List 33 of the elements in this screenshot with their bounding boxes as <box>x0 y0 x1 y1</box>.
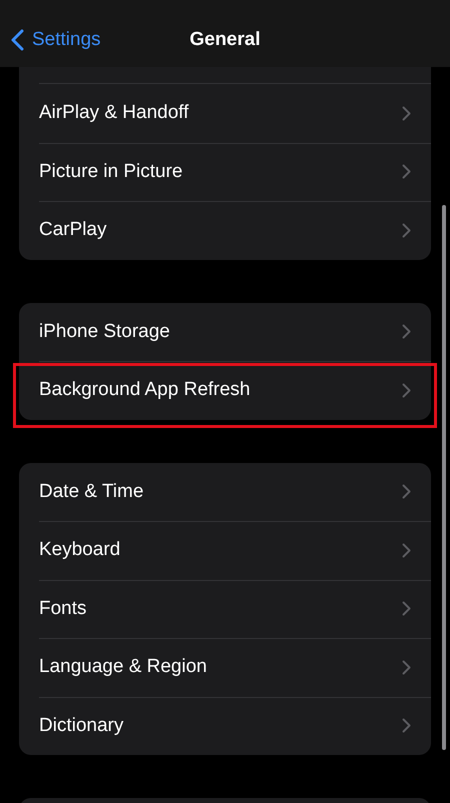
chevron-icon <box>402 164 411 180</box>
settings-row[interactable]: Background App Refresh <box>19 361 431 420</box>
chevron-icon <box>402 660 411 675</box>
row-label: AirPlay & Handoff <box>39 102 189 124</box>
row-label: Fonts <box>39 598 87 620</box>
chevron-icon <box>402 382 411 398</box>
settings-row[interactable]: Dictionary <box>19 696 431 755</box>
row-label: Dictionary <box>39 714 124 737</box>
chevron-icon <box>402 542 411 558</box>
settings-row[interactable]: Language & Region <box>19 638 431 696</box>
settings-row[interactable]: AirPlay & Handoff <box>19 84 431 142</box>
back-chevron-icon <box>11 29 24 51</box>
row-label: Keyboard <box>39 539 120 562</box>
chevron-icon <box>402 106 411 121</box>
row-label: Language & Region <box>39 656 207 678</box>
settings-row[interactable]: Date & Time <box>19 462 431 521</box>
chevron-icon <box>402 222 411 238</box>
row-label: iPhone Storage <box>39 320 170 343</box>
settings-row[interactable]: Picture in Picture <box>19 142 431 201</box>
row-label: Background App Refresh <box>39 379 250 402</box>
row-label: Date & Time <box>39 480 144 503</box>
chevron-icon <box>402 484 411 500</box>
row-label: CarPlay <box>39 219 107 242</box>
screen-title: General <box>190 29 260 51</box>
back-button[interactable]: Settings <box>11 13 101 67</box>
settings-row[interactable]: iPhone Storage <box>19 302 431 361</box>
chevron-icon <box>402 718 411 734</box>
settings-row[interactable]: Fonts <box>19 580 431 638</box>
settings-row[interactable]: Keyboard <box>19 521 431 580</box>
chevron-icon <box>402 324 411 340</box>
row-label: Picture in Picture <box>39 160 183 183</box>
settings-row[interactable]: CarPlay <box>19 201 431 260</box>
chevron-icon <box>402 601 411 616</box>
